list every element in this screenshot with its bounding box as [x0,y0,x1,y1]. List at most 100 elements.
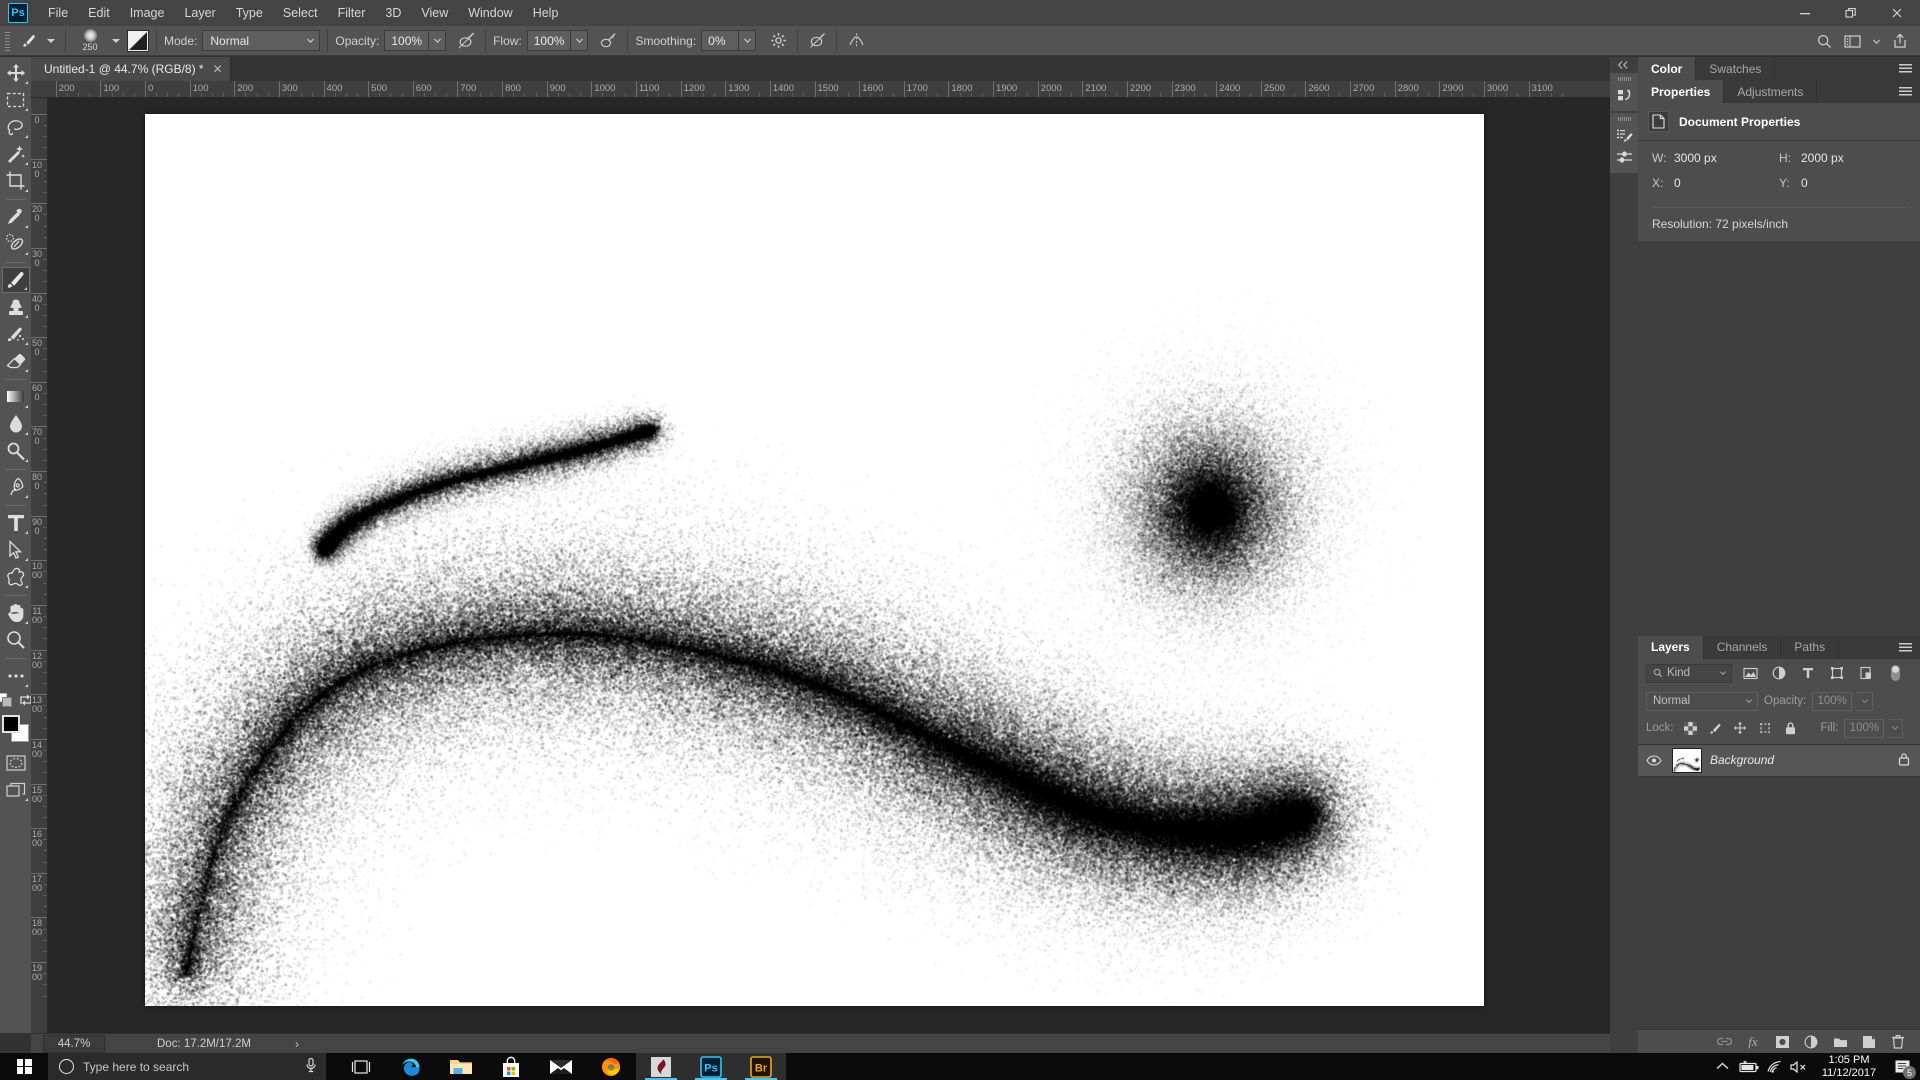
eye-icon[interactable] [1644,754,1664,766]
lock-transparent-pixels-icon[interactable] [1680,719,1701,737]
quick-selection-tool[interactable] [2,141,30,167]
blend-mode-select[interactable]: Normal [202,30,321,51]
layer-opacity-stepper[interactable] [1858,691,1874,711]
layer-thumbnail[interactable] [1672,747,1702,773]
layer-style-fx-icon[interactable]: fx [1743,1032,1763,1052]
quick-mask-icon[interactable] [2,750,30,776]
tablet-pressure-opacity-toggle[interactable] [454,29,478,53]
menu-item-window[interactable]: Window [458,2,522,24]
tab-paths[interactable]: Paths [1781,635,1840,659]
panel-grip[interactable] [1617,77,1631,81]
y-field[interactable]: Y: 0 [1779,176,1906,190]
eraser-tool[interactable] [2,348,30,374]
airbrush-toggle-icon[interactable] [596,29,620,53]
layer-opacity-input[interactable]: 100% [1812,691,1853,711]
tool-preset-picker-caret-icon[interactable] [47,38,55,43]
tab-channels[interactable]: Channels [1703,635,1782,659]
panel-menu-icon[interactable] [1896,636,1914,659]
current-tool-brush-icon[interactable] [16,29,42,52]
gradient-tool[interactable] [2,384,30,410]
artwork-layer[interactable] [145,114,1484,1006]
hand-tool[interactable] [2,600,30,626]
share-icon[interactable] [1888,29,1912,53]
crop-tool[interactable] [2,168,30,194]
adobe-animate-icon[interactable] [636,1053,686,1080]
search-icon[interactable] [1812,29,1836,53]
vertical-ruler[interactable]: 0 100 200 300 400 500 600 700 800 900 1000 1100 1200… [31,98,48,1033]
search-input[interactable]: Type here to search [83,1060,295,1074]
smoothing-stepper[interactable] [739,30,757,51]
filter-toggle-icon[interactable] [1884,664,1906,683]
menu-item-type[interactable]: Type [226,2,273,24]
type-tool[interactable] [2,510,30,536]
delete-layer-icon[interactable] [1888,1032,1908,1052]
opacity-stepper[interactable] [429,30,447,51]
panel-grip[interactable] [1617,117,1631,121]
canvas-viewport[interactable] [48,98,1638,1033]
move-tool[interactable] [2,60,30,86]
brush-tool[interactable] [1,267,30,293]
filter-adjustment-icon[interactable] [1768,664,1790,683]
workspace-switcher-icon[interactable] [1840,29,1864,53]
smoothing-options-gear-icon[interactable] [766,29,790,53]
close-button[interactable] [1874,0,1920,26]
close-icon[interactable]: ✕ [213,62,223,76]
width-field[interactable]: W: 3000 px [1652,151,1779,165]
volume-muted-icon[interactable] [1786,1053,1812,1080]
menu-item-file[interactable]: File [38,2,78,24]
filter-shape-icon[interactable] [1826,664,1848,683]
show-hidden-icons-chevron[interactable] [1710,1053,1734,1080]
minimize-button[interactable] [1782,0,1828,26]
layer-fill-stepper[interactable] [1888,718,1904,738]
tab-adjustments[interactable]: Adjustments [1724,80,1818,103]
wifi-icon[interactable] [1762,1053,1786,1080]
clone-stamp-tool[interactable] [2,294,30,320]
brush-preset-picker[interactable]: 250 [73,28,107,54]
custom-shape-tool[interactable] [2,564,30,590]
lock-icon[interactable] [1898,752,1910,769]
foreground-color-swatch[interactable] [2,715,20,733]
photoshop-icon[interactable]: Ps [686,1053,736,1080]
mail-icon[interactable] [536,1053,586,1080]
brush-settings-icon[interactable] [1611,146,1637,168]
flow-input[interactable]: 100% [526,30,572,51]
tab-swatches[interactable]: Swatches [1696,57,1776,80]
menu-item-select[interactable]: Select [273,2,328,24]
layer-fill-input[interactable]: 100% [1844,718,1885,738]
maximize-restore-button[interactable] [1828,0,1874,26]
height-field[interactable]: H: 2000 px [1779,151,1906,165]
status-expand-arrow-icon[interactable]: › [295,1037,299,1051]
collapse-panels-icon[interactable] [1610,57,1638,73]
lock-position-icon[interactable] [1730,719,1751,737]
bridge-icon[interactable]: Br [736,1053,786,1080]
task-view-icon[interactable] [336,1053,386,1080]
taskbar-clock[interactable]: 1:05 PM 11/12/2017 [1812,1054,1886,1080]
dodge-tool[interactable] [2,438,30,464]
symmetry-icon[interactable] [844,29,868,53]
new-layer-icon[interactable] [1859,1032,1879,1052]
action-center-icon[interactable]: 5 [1886,1053,1918,1080]
menu-item-filter[interactable]: Filter [328,2,376,24]
new-adjustment-layer-icon[interactable] [1801,1032,1821,1052]
history-icon[interactable] [1611,84,1637,106]
link-layers-icon[interactable] [1714,1032,1734,1052]
menu-item-view[interactable]: View [411,2,458,24]
path-selection-tool[interactable] [2,537,30,563]
cortana-icon[interactable] [59,1059,74,1074]
smoothing-input[interactable]: 0% [701,30,740,51]
zoom-level-input[interactable]: 44.7% [43,1034,105,1053]
new-group-icon[interactable] [1830,1032,1850,1052]
lock-all-icon[interactable] [1780,719,1801,737]
lock-image-pixels-icon[interactable] [1705,719,1726,737]
taskbar-search-box[interactable]: Type here to search [48,1053,326,1080]
microphone-icon[interactable] [304,1057,318,1076]
rectangular-marquee-tool[interactable] [2,87,30,113]
microsoft-edge-icon[interactable] [386,1053,436,1080]
panel-menu-icon[interactable] [1896,80,1914,103]
tab-color[interactable]: Color [1638,57,1697,80]
battery-charging-icon[interactable] [1734,1053,1762,1080]
workspace-chevron-down-icon[interactable] [1868,29,1884,53]
filter-pixel-icon[interactable] [1739,664,1761,683]
menu-item-help[interactable]: Help [523,2,569,24]
default-colors-icon[interactable] [0,692,12,710]
